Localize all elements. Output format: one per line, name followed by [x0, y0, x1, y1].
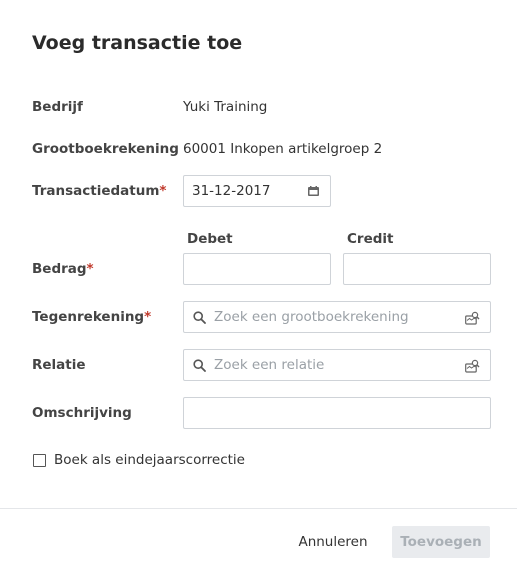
- transaction-date-label: Transactiedatum*: [32, 183, 166, 199]
- amount-label-text: Bedrag: [32, 261, 87, 277]
- contra-account-placeholder: Zoek een grootboekrekening: [214, 309, 409, 325]
- search-icon: [193, 359, 206, 372]
- amount-label: Bedrag*: [32, 261, 94, 277]
- debit-input[interactable]: [183, 253, 331, 285]
- add-transaction-dialog: Voeg transactie toe Bedrijf Yuki Trainin…: [0, 0, 517, 570]
- year-end-correction-label[interactable]: Boek als eindejaarscorrectie: [54, 452, 245, 468]
- search-icon: [193, 311, 206, 324]
- dialog-title: Voeg transactie toe: [32, 32, 243, 54]
- required-marker: *: [144, 309, 152, 325]
- lookup-icon[interactable]: [465, 359, 480, 373]
- add-button[interactable]: Toevoegen: [392, 526, 490, 558]
- required-marker: *: [159, 183, 167, 199]
- calendar-icon[interactable]: [308, 186, 319, 196]
- contra-account-label-text: Tegenrekening: [32, 309, 145, 325]
- relation-search-input[interactable]: Zoek een relatie: [183, 349, 491, 381]
- transaction-date-label-text: Transactiedatum: [32, 183, 160, 199]
- transaction-date-value: 31-12-2017: [192, 183, 271, 199]
- year-end-correction-checkbox[interactable]: [33, 454, 46, 467]
- company-label: Bedrijf: [32, 99, 83, 115]
- credit-column-header: Credit: [347, 231, 394, 247]
- relation-label: Relatie: [32, 357, 86, 373]
- contra-account-label: Tegenrekening*: [32, 309, 151, 325]
- cancel-button[interactable]: Annuleren: [288, 526, 378, 558]
- relation-placeholder: Zoek een relatie: [214, 357, 325, 373]
- transaction-date-input[interactable]: 31-12-2017: [183, 175, 331, 207]
- ledger-value: 60001 Inkopen artikelgroep 2: [183, 141, 383, 157]
- ledger-label: Grootboekrekening: [32, 141, 179, 157]
- credit-input[interactable]: [343, 253, 491, 285]
- company-value: Yuki Training: [183, 99, 268, 115]
- required-marker: *: [86, 261, 94, 277]
- description-input[interactable]: [183, 397, 491, 429]
- description-label: Omschrijving: [32, 405, 132, 421]
- footer-divider: [0, 508, 517, 509]
- lookup-icon[interactable]: [465, 311, 480, 325]
- contra-account-search-input[interactable]: Zoek een grootboekrekening: [183, 301, 491, 333]
- debit-column-header: Debet: [187, 231, 233, 247]
